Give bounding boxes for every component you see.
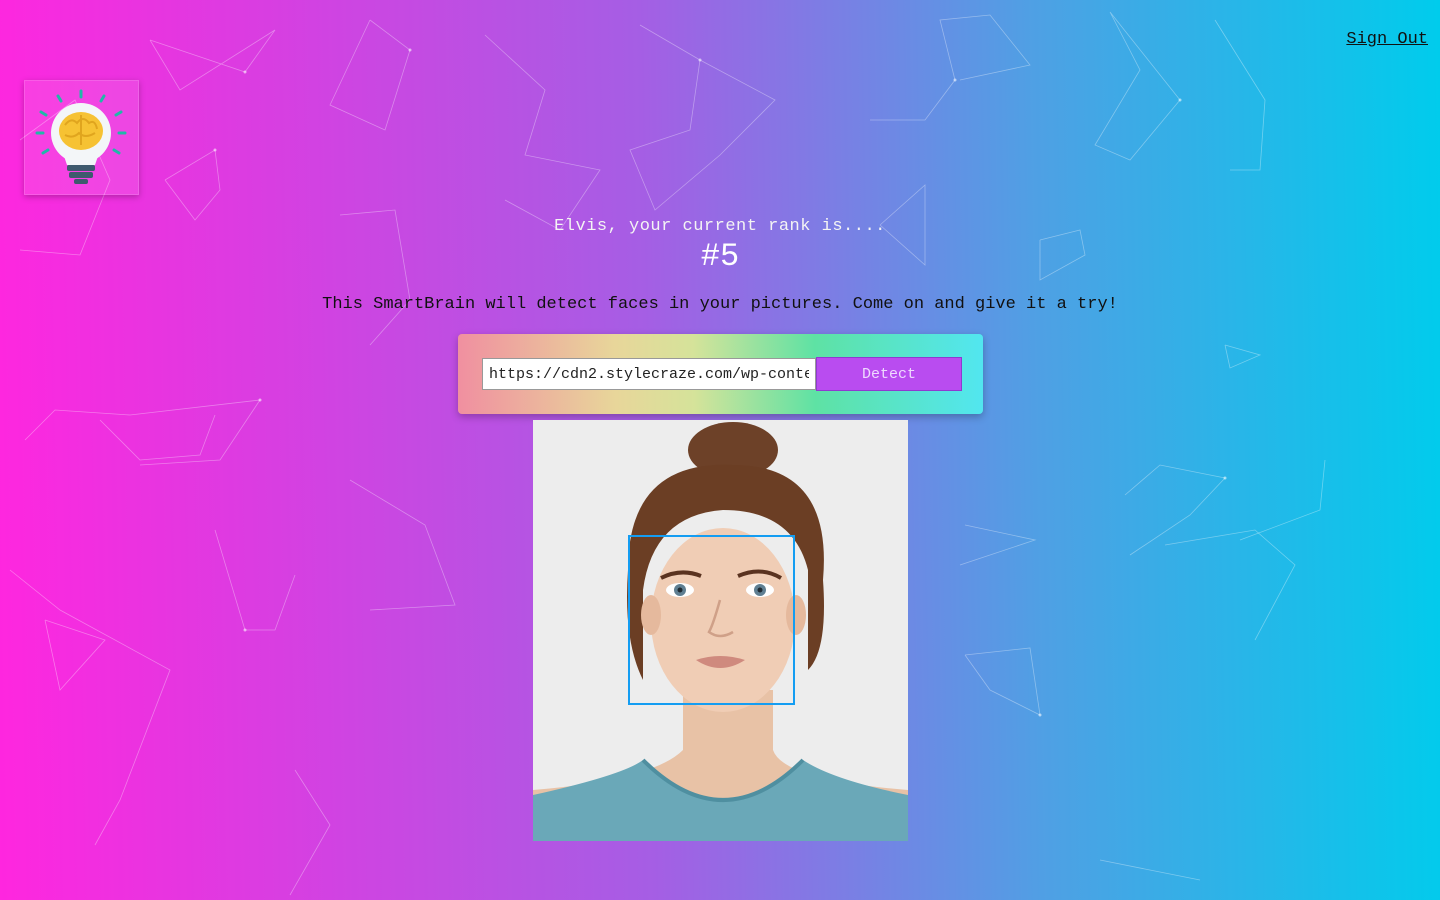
image-url-input[interactable] [482,358,816,390]
sign-out-link[interactable]: Sign Out [1346,30,1428,49]
image-link-form: Detect [458,334,983,414]
tagline: This SmartBrain will detect faces in you… [322,295,1118,314]
face-bounding-box [628,535,795,705]
detect-button[interactable]: Detect [816,357,962,391]
input-image [533,420,908,841]
rank-message: Elvis, your current rank is.... [554,217,886,236]
logo[interactable] [24,80,139,195]
brain-lightbulb-icon [35,89,127,184]
rank-value: #5 [700,238,740,275]
